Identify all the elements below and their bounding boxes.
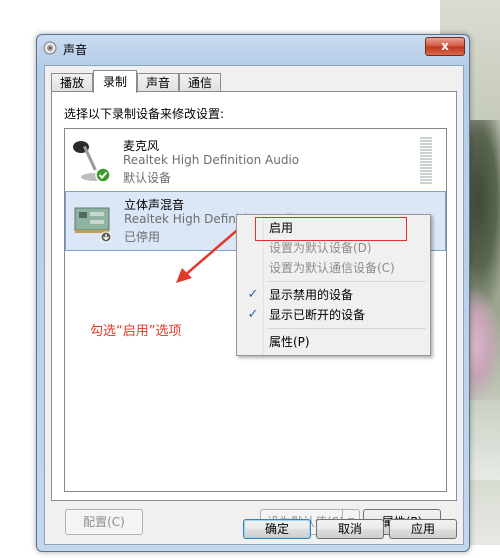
configure-button[interactable]: 配置(C) <box>65 509 143 535</box>
tab-communications[interactable]: 通信 <box>179 73 221 92</box>
tab-recording[interactable]: 录制 <box>93 70 137 93</box>
menu-item-label: 显示禁用的设备 <box>269 288 354 302</box>
menu-item-set-default[interactable]: 设置为默认设备(D) <box>239 238 428 258</box>
menu-separator <box>267 281 426 282</box>
cancel-button[interactable]: 取消 <box>316 519 384 539</box>
speaker-icon <box>43 41 57 55</box>
ok-button[interactable]: 确定 <box>243 519 311 539</box>
menu-item-label: 设置为默认通信设备(C) <box>269 261 395 275</box>
check-icon: ✓ <box>247 287 259 302</box>
device-status: 默认设备 <box>123 171 172 185</box>
window-title: 声音 <box>63 43 88 57</box>
menu-item-show-disabled[interactable]: ✓ 显示禁用的设备 <box>239 285 428 305</box>
menu-item-label: 显示已断开的设备 <box>269 308 366 322</box>
background-left <box>0 0 38 558</box>
device-name: 立体声混音 <box>124 198 185 212</box>
tab-sounds[interactable]: 声音 <box>137 73 179 92</box>
device-driver: Realtek High Definition Audio <box>123 153 300 167</box>
menu-item-set-default-comm[interactable]: 设置为默认通信设备(C) <box>239 258 428 278</box>
annotation-text: 勾选“启用”选项 <box>90 324 182 339</box>
menu-item-show-disconnected[interactable]: ✓ 显示已断开的设备 <box>239 305 428 325</box>
check-icon: ✓ <box>247 307 259 322</box>
sound-card-icon <box>74 207 112 243</box>
instruction-text: 选择以下录制设备来修改设置: <box>64 107 225 121</box>
menu-item-properties[interactable]: 属性(P) <box>239 332 428 352</box>
menu-item-label: 设置为默认设备(D) <box>269 241 372 255</box>
close-button[interactable]: x <box>425 37 465 56</box>
device-item-microphone[interactable]: 麦克风 Realtek High Definition Audio 默认设备 <box>65 133 446 191</box>
device-name: 麦克风 <box>123 139 160 153</box>
device-status: 已停用 <box>124 230 161 244</box>
apply-button[interactable]: 应用 <box>389 519 457 539</box>
highlight-box <box>255 217 407 241</box>
level-meter <box>420 137 432 185</box>
menu-separator <box>267 328 426 329</box>
tab-playback[interactable]: 播放 <box>51 73 93 92</box>
menu-item-label: 属性(P) <box>269 335 310 349</box>
microphone-icon <box>73 141 111 183</box>
title-bar[interactable]: 声音 x <box>37 35 469 61</box>
